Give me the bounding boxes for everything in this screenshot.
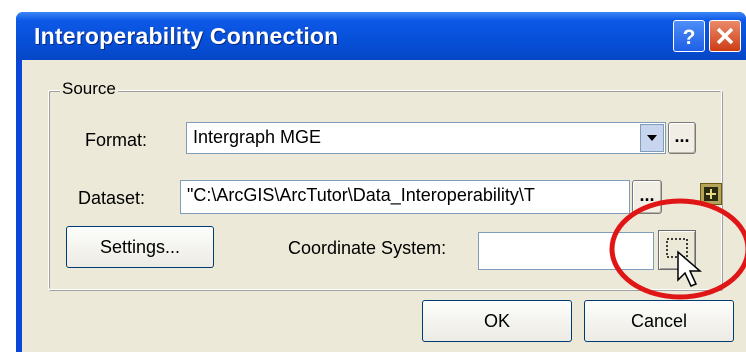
format-label: Format:	[85, 130, 148, 150]
format-dropdown-button[interactable]	[640, 124, 664, 152]
dialog-body: Source Format: Intergraph MGE ... Datase…	[22, 60, 746, 352]
cancel-button[interactable]: Cancel	[584, 300, 734, 342]
dataset-label: Dataset:	[78, 188, 146, 208]
close-button[interactable]	[709, 20, 741, 52]
dataset-value: "C:\ArcGIS\ArcTutor\Data_Interoperabilit…	[187, 185, 535, 205]
coordinate-system-label: Coordinate System:	[288, 238, 447, 258]
format-browse-button[interactable]: ...	[668, 122, 696, 154]
dialog-window: Interoperability Connection ? Source For…	[16, 12, 746, 352]
format-browse-label: ...	[674, 126, 690, 146]
close-icon	[716, 27, 734, 45]
format-select[interactable]: Intergraph MGE	[186, 122, 666, 154]
settings-button[interactable]: Settings...	[66, 226, 214, 268]
format-value: Intergraph MGE	[193, 127, 322, 147]
settings-button-label: Settings...	[99, 237, 181, 257]
help-button[interactable]: ?	[673, 20, 705, 52]
arrow-cursor-icon	[677, 250, 703, 287]
question-icon: ?	[683, 26, 696, 49]
chevron-down-icon	[647, 135, 657, 141]
ok-button-label: OK	[483, 311, 510, 331]
ok-button[interactable]: OK	[422, 300, 572, 342]
source-legend: Source	[60, 79, 118, 99]
title-bar[interactable]: Interoperability Connection ?	[16, 12, 746, 60]
svg-text:?: ?	[683, 26, 696, 49]
dataset-field[interactable]: "C:\ArcGIS\ArcTutor\Data_Interoperabilit…	[180, 180, 630, 214]
cancel-button-label: Cancel	[630, 311, 688, 331]
window-title: Interoperability Connection	[34, 23, 339, 49]
